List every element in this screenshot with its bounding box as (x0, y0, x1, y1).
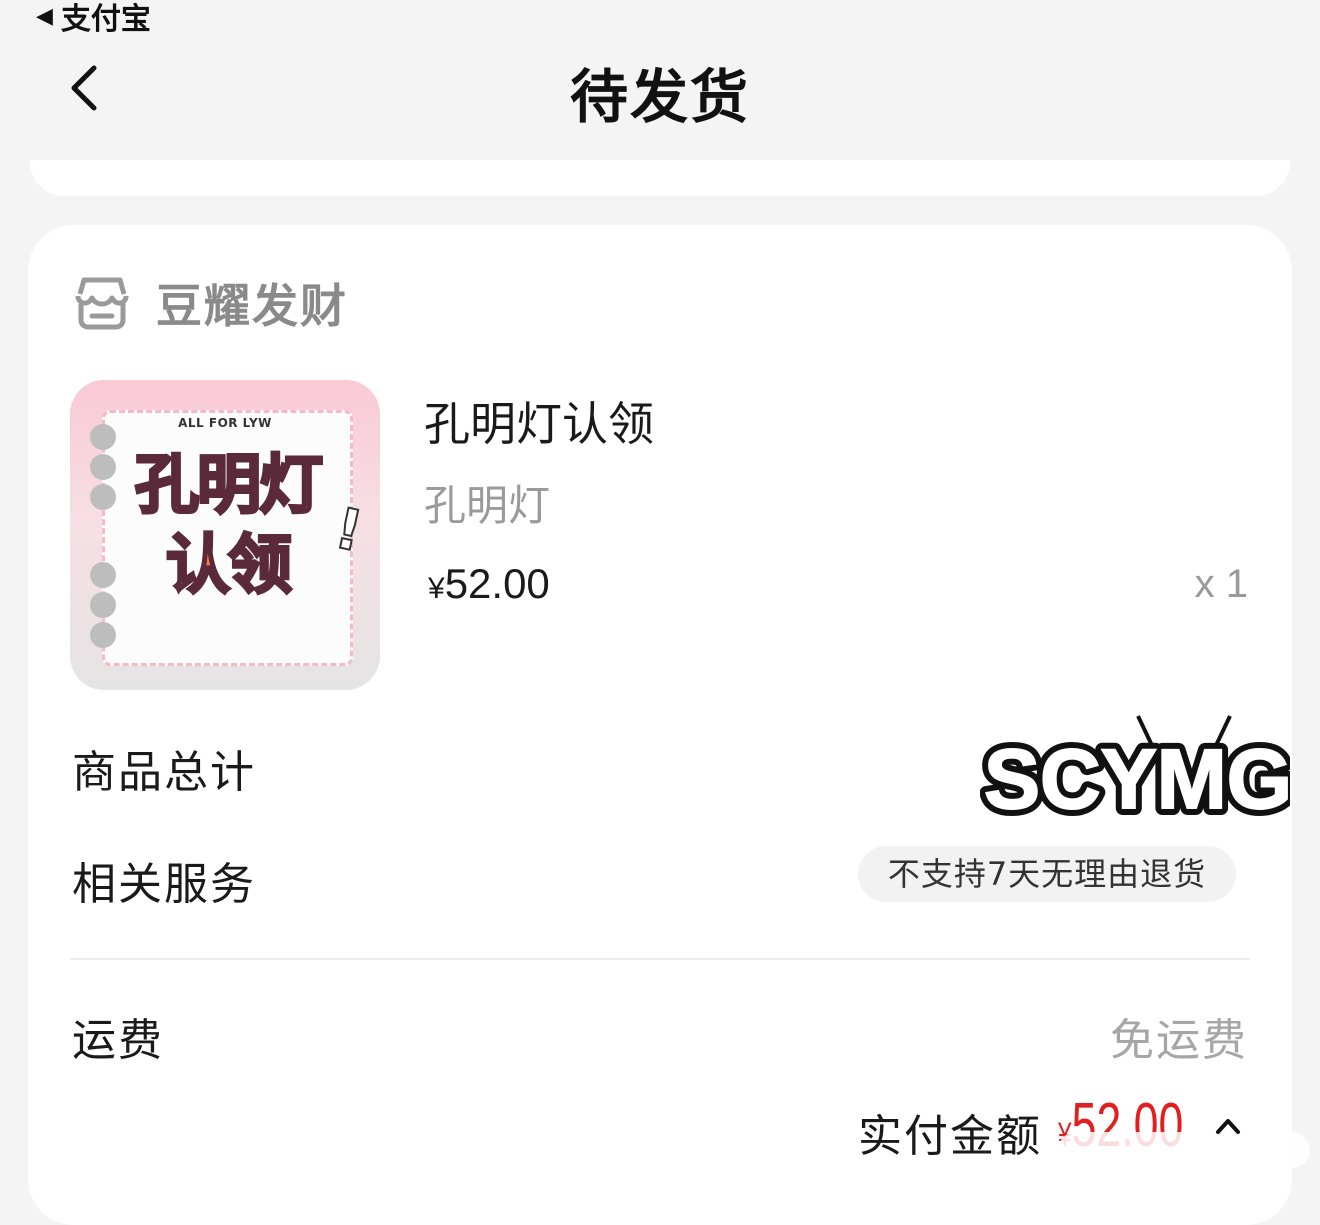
store-icon (75, 277, 129, 330)
product-image[interactable]: ALL FOR LYW 孔明灯 认领 ! (70, 380, 380, 690)
watermark-text: SCYMG (984, 732, 1290, 822)
binder-hole (90, 622, 116, 648)
product-image-line2: 认领 (165, 529, 294, 603)
shop-name: 豆耀发财 (156, 279, 348, 333)
previous-card-bottom (30, 160, 1290, 196)
product-spec: 孔明灯 (424, 481, 551, 530)
product-title[interactable]: 孔明灯认领 (424, 388, 654, 454)
chevron-up-icon (1216, 1119, 1240, 1134)
binder-hole (90, 562, 116, 588)
small-back-triangle-icon: ◀ (36, 3, 53, 29)
product-price: ¥52.00 (428, 560, 550, 608)
home-indicator-overlay (1058, 1132, 1310, 1168)
expand-paid-details-button[interactable] (1210, 1108, 1246, 1144)
status-bar-back-to-app[interactable]: ◀ 支付宝 (36, 0, 151, 38)
shipping-value: 免运费 (1110, 1015, 1248, 1066)
price-value: 52.00 (444, 560, 550, 607)
status-bar-app-label: 支付宝 (60, 2, 151, 37)
product-quantity: x 1 (1194, 562, 1248, 606)
product-image-tagline: ALL FOR LYW (178, 416, 272, 430)
product-image-line1: 孔明灯 (134, 449, 325, 523)
shop-row[interactable]: 豆耀发财 (72, 270, 348, 336)
binder-hole (90, 454, 116, 480)
price-currency: ¥ (428, 572, 445, 605)
shipping-label: 运费 (72, 1015, 164, 1066)
paid-amount-label: 实付金额 (858, 1111, 1042, 1162)
divider (70, 958, 1250, 960)
service-label: 相关服务 (72, 859, 256, 910)
goods-total-label: 商品总计 (72, 747, 256, 798)
page-title: 待发货 (569, 63, 750, 131)
binder-hole (90, 484, 116, 510)
binder-hole (90, 592, 116, 618)
watermark-logo: SCYMG SCYMG (980, 715, 1290, 822)
service-badge[interactable]: 不支持7天无理由退货 (858, 846, 1236, 902)
